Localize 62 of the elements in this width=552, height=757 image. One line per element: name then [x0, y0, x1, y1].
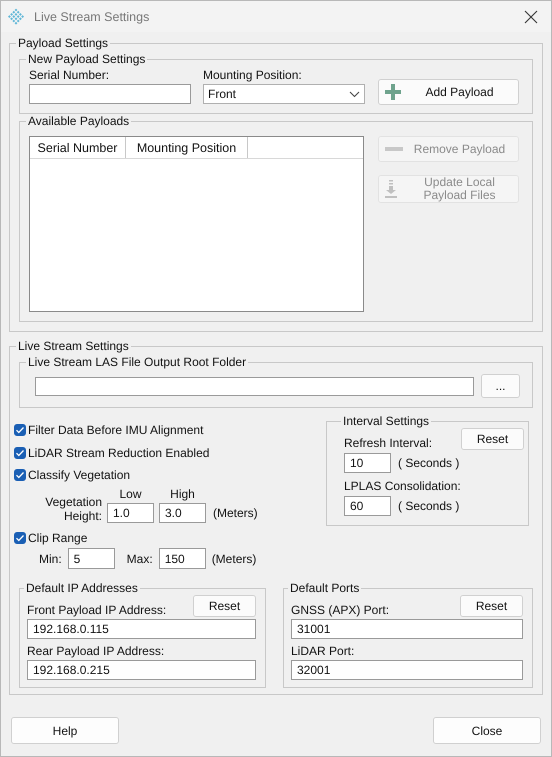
unit-label: (Meters) — [212, 552, 256, 566]
download-icon — [385, 180, 397, 198]
checkbox-label[interactable]: LiDAR Stream Reduction Enabled — [28, 446, 210, 460]
high-height-field[interactable]: 3.0 — [159, 502, 206, 522]
plus-icon — [385, 84, 401, 100]
lplas-consolidation-field[interactable]: 60 — [344, 496, 391, 516]
field-label: GNSS (APX) Port: — [291, 603, 390, 617]
browse-button[interactable]: ... — [481, 374, 520, 398]
min-range-field[interactable]: 5 — [68, 548, 115, 569]
checkbox-label[interactable]: Filter Data Before IMU Alignment — [28, 423, 204, 438]
folder-path-field[interactable] — [35, 376, 474, 396]
refresh-interval-field[interactable]: 10 — [344, 453, 391, 473]
field-label: Vegetation Height: — [44, 494, 102, 522]
unit-label: ( Seconds ) — [398, 456, 460, 470]
group-title: Payload Settings — [17, 36, 110, 50]
column-header[interactable]: Serial Number — [30, 137, 126, 158]
field-label: Serial Number: — [29, 68, 110, 82]
max-range-field[interactable]: 150 — [158, 548, 206, 569]
chevron-down-icon — [349, 90, 360, 98]
column-header[interactable]: Mounting Position — [126, 137, 248, 158]
checkbox[interactable] — [14, 424, 26, 436]
group-title: Default Ports — [289, 581, 360, 595]
input-field[interactable]: 192.168.0.215 — [27, 660, 256, 680]
field-label: Refresh Interval: — [344, 436, 434, 450]
field-label: Max: — [126, 552, 153, 566]
reset-button[interactable]: Reset — [460, 595, 523, 617]
group-title: Default IP Addresses — [25, 581, 139, 595]
column-label: Low — [118, 486, 142, 500]
group-title: Interval Settings — [342, 414, 430, 428]
diamond-grid-icon — [8, 8, 26, 26]
field-label: Front Payload IP Address: — [27, 603, 166, 617]
input-field[interactable]: 32001 — [291, 660, 523, 680]
mounting-position-dropdown[interactable]: Front — [203, 84, 365, 104]
window-title: Live Stream Settings — [34, 10, 150, 24]
minus-icon — [385, 147, 403, 151]
group-title: Live Stream LAS File Output Root Folder — [27, 355, 248, 369]
field-label: Min: — [39, 552, 62, 566]
group-title: New Payload Settings — [27, 52, 146, 66]
help-button[interactable]: Help — [11, 717, 119, 744]
checkbox-label[interactable]: Clip Range — [28, 530, 88, 545]
add-payload-button[interactable]: Add Payload — [378, 79, 519, 105]
checkbox[interactable] — [14, 532, 26, 544]
field-label: LPLAS Consolidation: — [344, 479, 461, 493]
serial-number-field[interactable] — [29, 84, 191, 104]
close-button[interactable]: Close — [433, 717, 541, 744]
checkbox[interactable] — [14, 469, 26, 482]
column-label: High — [169, 486, 196, 500]
field-label: Rear Payload IP Address: — [27, 644, 166, 658]
unit-label: ( Seconds ) — [398, 499, 460, 513]
unit-label: (Meters) — [213, 506, 258, 520]
group-title: Live Stream Settings — [17, 339, 130, 353]
reset-button[interactable]: Reset — [193, 595, 256, 617]
checkbox[interactable] — [14, 446, 26, 459]
input-field[interactable]: 192.168.0.115 — [27, 619, 256, 639]
close-icon[interactable] — [524, 10, 538, 24]
low-height-field[interactable]: 1.0 — [107, 502, 154, 522]
field-label: LiDAR Port: — [291, 644, 356, 658]
field-label: Mounting Position: — [203, 68, 303, 82]
group-title: Available Payloads — [27, 114, 130, 128]
checkbox-label[interactable]: Classify Vegetation — [28, 468, 130, 482]
input-field[interactable]: 31001 — [291, 619, 523, 639]
reset-button[interactable]: Reset — [461, 428, 524, 450]
